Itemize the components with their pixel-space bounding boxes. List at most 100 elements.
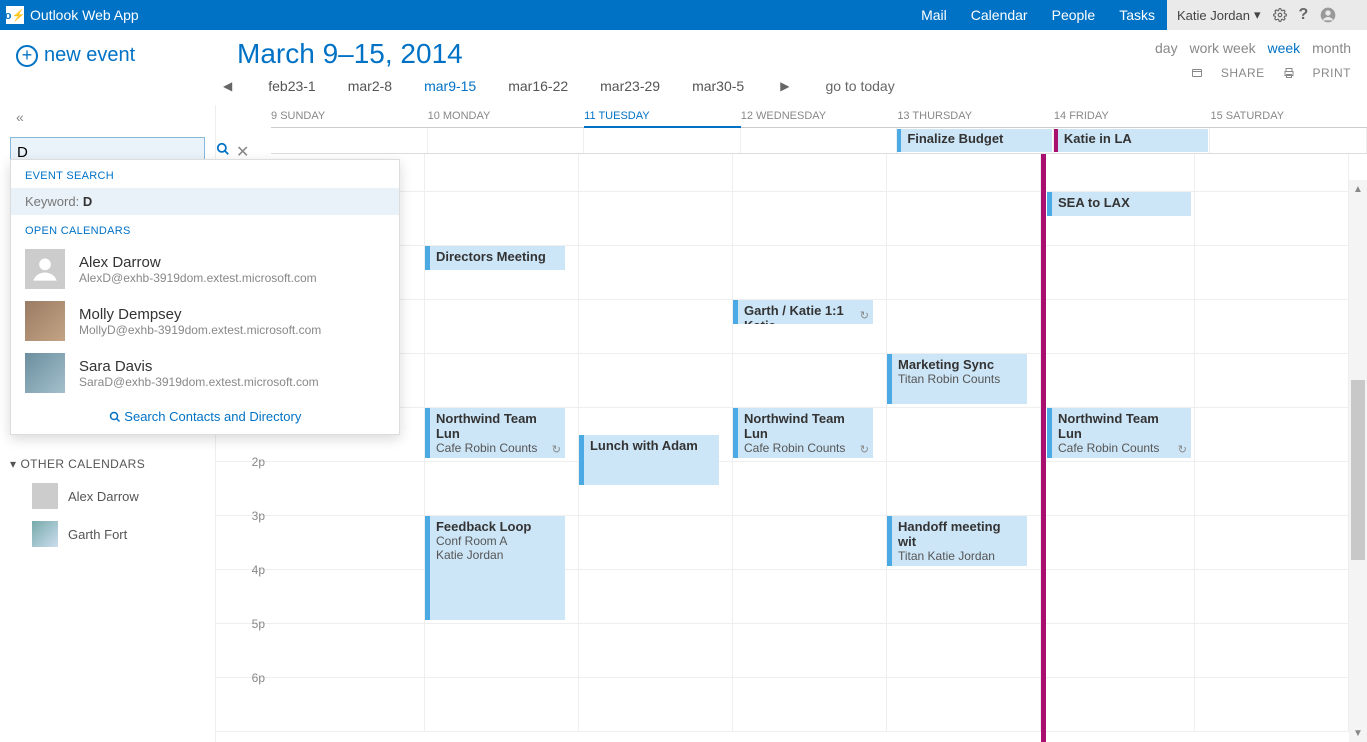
time-cell[interactable] (425, 624, 579, 677)
print-button[interactable]: PRINT (1283, 66, 1352, 80)
view-week[interactable]: week (1268, 40, 1301, 56)
time-cell[interactable] (887, 624, 1041, 677)
time-cell[interactable] (733, 570, 887, 623)
event-lunch-adam[interactable]: Lunch with Adam (579, 435, 719, 485)
nav-mail[interactable]: Mail (909, 0, 959, 30)
time-cell[interactable] (733, 246, 887, 299)
collapse-sidebar-icon[interactable]: « (16, 109, 205, 125)
time-cell[interactable] (1195, 462, 1349, 515)
time-cell[interactable] (271, 462, 425, 515)
nav-calendar[interactable]: Calendar (959, 0, 1040, 30)
time-cell[interactable] (1195, 354, 1349, 407)
time-cell[interactable] (887, 246, 1041, 299)
event-garth-katie[interactable]: Garth / Katie 1:1 Katie ↻ (733, 300, 873, 324)
scroll-down-icon[interactable]: ▼ (1349, 724, 1367, 742)
time-cell[interactable] (887, 462, 1041, 515)
time-cell[interactable] (887, 408, 1041, 461)
day-header-fri[interactable]: 14 FRIDAY (1054, 105, 1211, 127)
gear-icon[interactable] (1273, 8, 1287, 22)
day-header-wed[interactable]: 12 WEDNESDAY (741, 105, 898, 127)
time-cell[interactable] (425, 192, 579, 245)
time-cell[interactable] (579, 624, 733, 677)
time-cell[interactable] (1195, 192, 1349, 245)
share-button[interactable]: SHARE (1191, 66, 1265, 80)
view-work-week[interactable]: work week (1189, 40, 1255, 56)
time-cell[interactable] (887, 192, 1041, 245)
time-cell[interactable] (425, 300, 579, 353)
week-tab-3[interactable]: mar16-22 (508, 78, 568, 94)
allday-wed[interactable] (741, 128, 898, 153)
time-cell[interactable] (733, 462, 887, 515)
time-cell[interactable] (1195, 624, 1349, 677)
time-cell[interactable] (887, 300, 1041, 353)
week-tab-1[interactable]: mar2-8 (348, 78, 392, 94)
day-header-thu[interactable]: 13 THURSDAY (897, 105, 1054, 127)
time-cell[interactable] (1041, 354, 1195, 407)
time-cell[interactable] (1041, 624, 1195, 677)
app-brand[interactable]: o⚡ Outlook Web App (0, 0, 139, 30)
person-suggestion-0[interactable]: Alex Darrow AlexD@exhb-3919dom.extest.mi… (11, 243, 399, 295)
event-northwind-wed[interactable]: Northwind Team Lun Cafe Robin Counts ↻ (733, 408, 873, 458)
time-cell[interactable] (1041, 462, 1195, 515)
new-event-button[interactable]: + new event (0, 30, 215, 81)
search-directory-link[interactable]: Search Contacts and Directory (11, 399, 399, 428)
time-cell[interactable] (733, 154, 887, 191)
nav-tasks[interactable]: Tasks (1107, 0, 1167, 30)
time-cell[interactable] (579, 354, 733, 407)
time-cell[interactable] (425, 154, 579, 191)
event-marketing-sync[interactable]: Marketing Sync Titan Robin Counts (887, 354, 1027, 404)
time-cell[interactable] (1041, 246, 1195, 299)
time-cell[interactable] (271, 516, 425, 569)
time-cell[interactable] (1195, 300, 1349, 353)
allday-thu[interactable]: Finalize Budget (897, 128, 1054, 153)
time-cell[interactable] (1195, 516, 1349, 569)
time-cell[interactable] (1195, 570, 1349, 623)
week-tab-0[interactable]: feb23-1 (268, 78, 315, 94)
time-cell[interactable] (887, 570, 1041, 623)
time-cell[interactable] (733, 624, 887, 677)
profile-icon[interactable] (1320, 7, 1336, 23)
allday-fri[interactable]: Katie in LA (1054, 128, 1211, 153)
time-cell[interactable] (579, 246, 733, 299)
time-cell[interactable] (425, 678, 579, 731)
time-cell[interactable] (887, 154, 1041, 191)
view-month[interactable]: month (1312, 40, 1351, 56)
event-sea-to-lax[interactable]: SEA to LAX (1047, 192, 1191, 216)
day-header-sat[interactable]: 15 SATURDAY (1210, 105, 1367, 127)
prev-week-icon[interactable]: ◀ (219, 79, 236, 93)
person-suggestion-2[interactable]: Sara Davis SaraD@exhb-3919dom.extest.mic… (11, 347, 399, 399)
nav-people[interactable]: People (1040, 0, 1108, 30)
keyword-row[interactable]: Keyword: D (11, 188, 399, 215)
allday-mon[interactable] (428, 128, 585, 153)
day-header-mon[interactable]: 10 MONDAY (428, 105, 585, 127)
calendar-item-1[interactable]: Garth Fort (32, 521, 205, 547)
time-cell[interactable] (271, 570, 425, 623)
time-cell[interactable] (579, 570, 733, 623)
person-suggestion-1[interactable]: Molly Dempsey MollyD@exhb-3919dom.extest… (11, 295, 399, 347)
time-cell[interactable] (1195, 408, 1349, 461)
time-cell[interactable] (1041, 300, 1195, 353)
time-cell[interactable] (579, 192, 733, 245)
time-cell[interactable] (1041, 154, 1195, 191)
event-northwind-mon[interactable]: Northwind Team Lun Cafe Robin Counts ↻ (425, 408, 565, 458)
time-cell[interactable] (1195, 678, 1349, 731)
user-menu[interactable]: Katie Jordan ▾ (1177, 7, 1261, 23)
time-cell[interactable] (733, 516, 887, 569)
time-cell[interactable] (1041, 570, 1195, 623)
allday-tue[interactable] (584, 128, 741, 153)
time-cell[interactable] (579, 516, 733, 569)
allday-sun[interactable] (271, 128, 428, 153)
next-week-icon[interactable]: ▶ (776, 79, 793, 93)
scroll-thumb[interactable] (1351, 380, 1365, 560)
event-katie-in-la[interactable]: Katie in LA (1054, 129, 1209, 152)
time-cell[interactable] (733, 354, 887, 407)
time-cell[interactable] (1195, 246, 1349, 299)
goto-today-link[interactable]: go to today (825, 78, 894, 94)
help-icon[interactable]: ? (1299, 6, 1309, 24)
scroll-up-icon[interactable]: ▲ (1349, 180, 1367, 198)
time-cell[interactable] (579, 678, 733, 731)
calendar-item-0[interactable]: Alex Darrow (32, 483, 205, 509)
time-cell[interactable] (1041, 516, 1195, 569)
event-feedback-loop[interactable]: Feedback Loop Conf Room A Katie Jordan (425, 516, 565, 620)
time-cell[interactable] (1041, 678, 1195, 731)
